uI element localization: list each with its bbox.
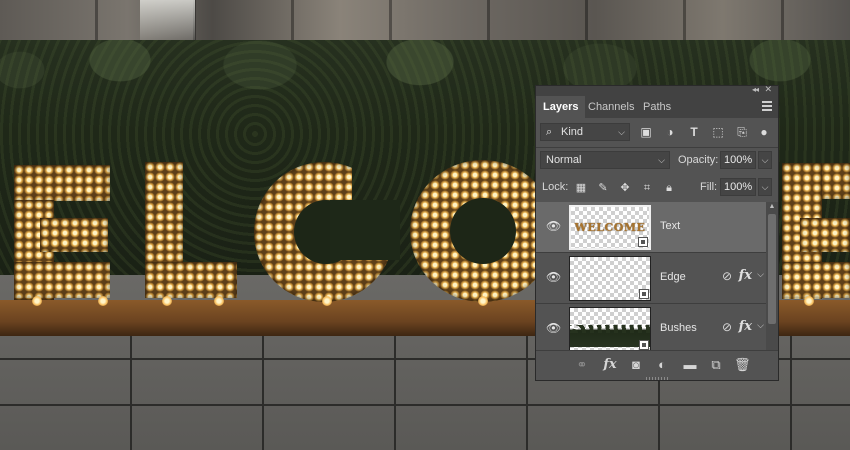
fill-dropdown-button[interactable]: ⌵ [758,178,772,196]
resize-grip[interactable] [646,377,668,380]
layers-panel: ◂◂ ✕ Layers Channels Paths ⌕ Kind ⌵ ▣ ◑ … [535,84,779,381]
ground-light [478,296,488,306]
ground-light [98,296,108,306]
scrollbar-thumb[interactable] [768,214,776,324]
lock-row: Lock: ▦ ✎ ✥ ⌗ 🔒︎ Fill: 100% ⌵ [536,178,778,198]
blend-mode-dropdown[interactable]: Normal ⌵ [540,151,670,169]
ground-light [162,296,172,306]
clipping-link-icon: ⊘ [721,269,733,283]
layer-name[interactable]: Bushes [660,321,697,335]
chevron-down-icon[interactable]: ⌵ [757,269,764,280]
filter-kind-label: Kind [561,126,584,138]
layer-thumbnail-text: WELCOME [574,221,646,234]
clipping-link-icon: ⊘ [721,320,733,334]
new-layer-icon[interactable]: ⧉ [708,357,724,373]
opacity-label: Opacity: [678,154,719,166]
ground-light [214,296,224,306]
lock-all-icon[interactable]: 🔒︎ [662,181,676,195]
adjustment-filter-icon[interactable]: ◑ [663,125,677,139]
panel-footer: ⚭ fx ◙ ◐ ▬ ⧉ 🗑︎ [536,350,778,380]
layer-effects-icon[interactable]: fx [739,319,752,334]
layer-name[interactable]: Text [660,219,680,233]
filter-toggle-icon[interactable]: ● [759,125,769,139]
lock-artboard-icon[interactable]: ⌗ [640,181,654,195]
filter-row: ⌕ Kind ⌵ ▣ ◑ T ⬚ ⎘ ● [536,123,778,143]
layer-name[interactable]: Edge [660,270,686,284]
fill-input[interactable]: 100% [720,178,756,196]
visibility-eye-icon[interactable]: 👁︎ [546,321,561,335]
layers-list: 👁︎ WELCOME Text 👁︎ Edge ⊘ fx ⌵ 👁︎ Bushes [536,202,766,350]
tab-layers[interactable]: Layers [536,96,586,118]
new-group-icon[interactable]: ▬ [682,357,698,373]
collapse-icon[interactable]: ◂◂ [752,85,759,94]
ground-light [804,296,814,306]
add-mask-icon[interactable]: ◙ [628,357,644,373]
layer-row-edge[interactable]: 👁︎ Edge ⊘ fx ⌵ [536,253,766,304]
shape-filter-icon[interactable]: ⬚ [711,125,725,139]
lock-position-icon[interactable]: ✥ [618,181,632,195]
visibility-eye-icon[interactable]: 👁︎ [546,270,561,284]
layer-thumbnail[interactable] [569,307,651,350]
filter-kind-dropdown[interactable]: ⌕ Kind ⌵ [540,123,630,141]
fill-label: Fill: [700,181,718,193]
ground-light [322,296,332,306]
panel-menu-icon[interactable] [762,101,772,111]
layer-thumbnail[interactable] [569,256,651,301]
chevron-down-icon: ⌵ [658,155,665,165]
add-layer-style-icon[interactable]: fx [602,357,618,373]
waterfall [140,0,195,40]
layer-row-bushes[interactable]: 👁︎ Bushes ⊘ fx ⌵ [536,304,766,350]
panel-title-bar[interactable]: ◂◂ ✕ [536,84,778,96]
opacity-input[interactable]: 100% [720,151,756,169]
delete-layer-icon[interactable]: 🗑︎ [734,357,751,373]
tab-paths[interactable]: Paths [636,96,678,118]
chevron-down-icon[interactable]: ⌵ [757,320,764,331]
lock-transparent-pixels-icon[interactable]: ▦ [574,181,588,195]
visibility-eye-icon[interactable]: 👁︎ [546,219,561,233]
blend-row: Normal ⌵ Opacity: 100% ⌵ [536,151,778,171]
divider [536,147,778,148]
ground-light [32,296,42,306]
type-filter-icon[interactable]: T [687,125,701,139]
link-layers-icon[interactable]: ⚭ [574,357,590,373]
blend-mode-value: Normal [546,154,582,166]
adjustment-layer-icon[interactable]: ◐ [654,357,670,373]
image-filter-icon[interactable]: ▣ [639,125,653,139]
search-icon: ⌕ [546,126,553,138]
smart-object-icon [639,289,649,299]
chevron-down-icon: ⌵ [618,127,625,137]
layers-scrollbar[interactable]: ▲ [766,202,778,350]
smart-object-icon [639,340,649,350]
bushes-thumbnail-image [570,325,650,347]
smart-object-filter-icon[interactable]: ⎘ [735,125,749,139]
close-icon[interactable]: ✕ [764,84,772,95]
smart-object-icon [638,237,648,247]
panel-tab-bar: Layers Channels Paths [536,96,778,118]
scroll-up-icon[interactable]: ▲ [766,202,778,212]
lock-label: Lock: [542,181,569,193]
layer-effects-icon[interactable]: fx [739,268,752,283]
layer-thumbnail[interactable]: WELCOME [569,205,651,250]
tab-channels[interactable]: Channels [581,96,641,118]
layer-row-text[interactable]: 👁︎ WELCOME Text [536,202,766,253]
lock-image-pixels-icon[interactable]: ✎ [596,181,610,195]
opacity-dropdown-button[interactable]: ⌵ [758,151,772,169]
